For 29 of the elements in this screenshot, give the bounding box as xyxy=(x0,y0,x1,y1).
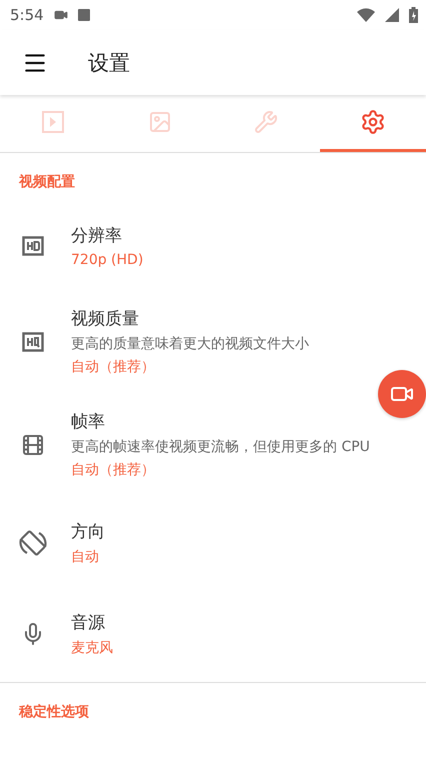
setting-value: 自动（推荐） xyxy=(71,358,156,376)
wifi-icon xyxy=(357,8,375,22)
video-camera-icon xyxy=(54,8,68,22)
section-header: 视频配置 xyxy=(18,173,76,192)
setting-title[interactable]: 方向 xyxy=(71,520,105,543)
screen-rotation-icon xyxy=(18,528,48,558)
film-icon xyxy=(21,432,45,456)
setting-value: 麦克风 xyxy=(71,639,113,657)
screen-title: 设置 xyxy=(88,50,130,76)
setting-description: 更高的帧速率使视频更流畅，但使用更多的 CPU xyxy=(71,438,370,456)
section-header: 稳定性选项 xyxy=(18,702,90,722)
status-time: 5:54 xyxy=(10,6,44,24)
setting-description: 更高的质量意味着更大的视频文件大小 xyxy=(71,335,309,353)
setting-title[interactable]: 音源 xyxy=(71,611,113,634)
setting-value: 自动（推荐） xyxy=(71,461,156,479)
signal-icon xyxy=(385,8,399,22)
battery-icon xyxy=(409,7,418,23)
hq-icon xyxy=(22,332,44,352)
hd-icon xyxy=(22,236,44,256)
record-button[interactable] xyxy=(378,370,426,418)
wrench-icon xyxy=(254,110,278,134)
play-icon xyxy=(42,111,64,133)
setting-value: 720p (HD) xyxy=(71,252,144,268)
setting-title[interactable]: 帧率 xyxy=(71,410,370,433)
image-icon xyxy=(148,110,172,134)
setting-title[interactable]: 视频质量 xyxy=(71,307,309,330)
settings-icon xyxy=(360,109,386,135)
setting-title[interactable]: 分辨率 xyxy=(71,224,144,247)
setting-value: 自动 xyxy=(71,548,100,566)
